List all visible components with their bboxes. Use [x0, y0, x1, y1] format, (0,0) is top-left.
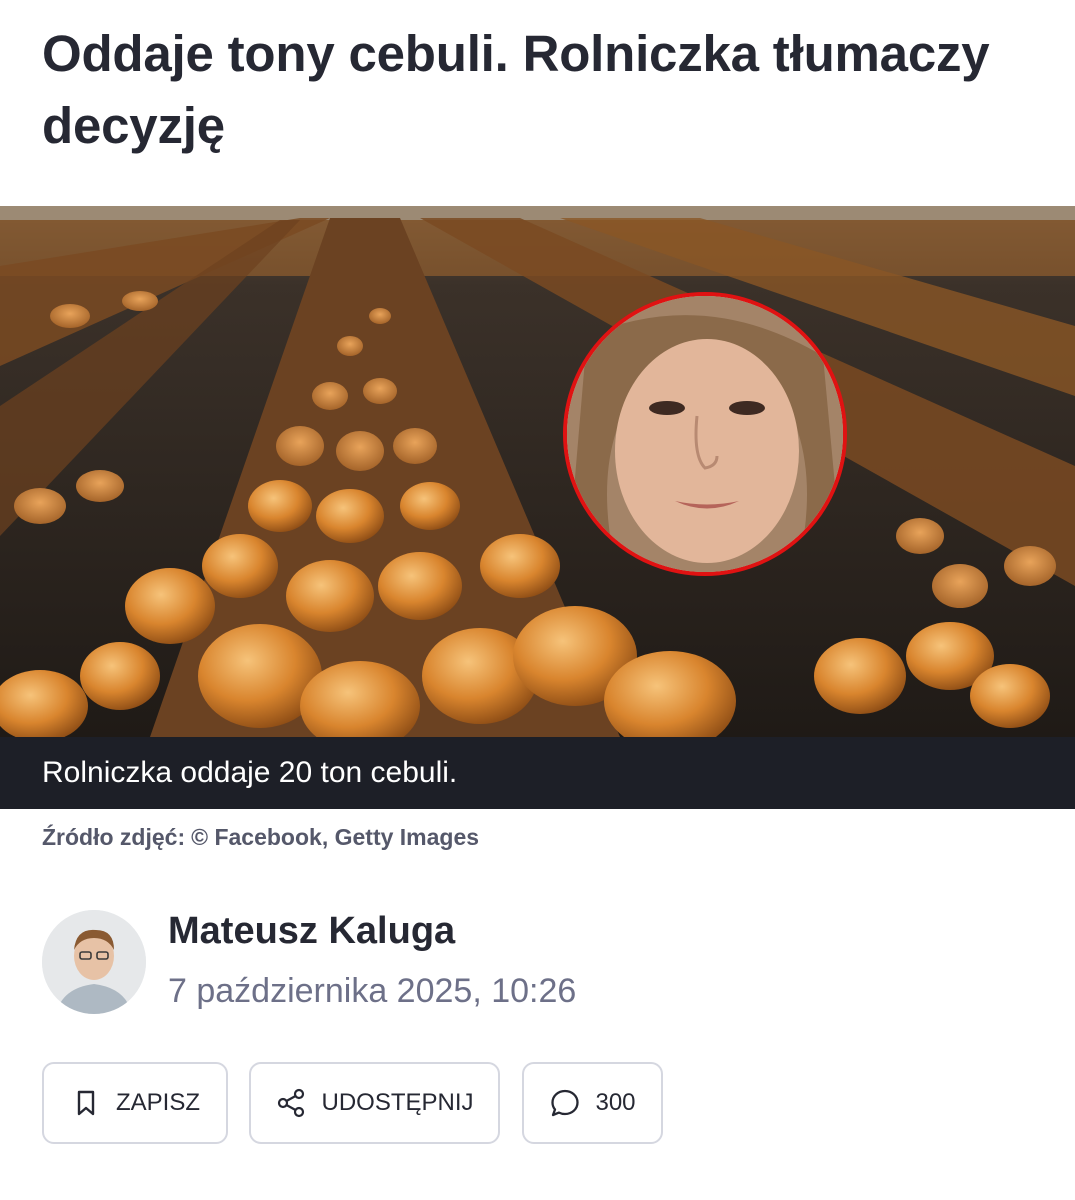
onion-field-photo — [0, 206, 1075, 737]
author-avatar[interactable] — [42, 910, 146, 1014]
image-credit-label: Źródło zdjęć: — [42, 824, 186, 850]
save-button[interactable]: ZAPISZ — [42, 1062, 228, 1144]
comment-bubble-icon — [549, 1087, 581, 1119]
author-name[interactable]: Mateusz Kaluga — [168, 910, 455, 953]
article-title: Oddaje tony cebuli. Rolniczka tłumaczy d… — [42, 25, 990, 154]
publish-date: 7 października 2025, 10:26 — [168, 972, 577, 1010]
farmer-portrait — [563, 292, 847, 576]
image-caption: Rolniczka oddaje 20 ton cebuli. — [0, 737, 1075, 809]
save-label: ZAPISZ — [115, 1089, 200, 1116]
share-icon — [275, 1087, 307, 1119]
comments-button[interactable]: 300 — [522, 1062, 663, 1144]
share-label: UDOSTĘPNIJ — [321, 1089, 474, 1116]
share-button[interactable]: UDOSTĘPNIJ — [249, 1062, 500, 1144]
bookmark-icon — [70, 1087, 102, 1119]
comments-count: 300 — [595, 1089, 636, 1116]
image-credit-value: © Facebook, Getty Images — [191, 824, 480, 850]
author-block: Mateusz Kaluga 7 października 2025, 10:2… — [42, 910, 1042, 1014]
article-hero-figure: Rolniczka oddaje 20 ton cebuli. — [0, 206, 1075, 809]
image-credit: Źródło zdjęć: © Facebook, Getty Images — [42, 824, 479, 851]
